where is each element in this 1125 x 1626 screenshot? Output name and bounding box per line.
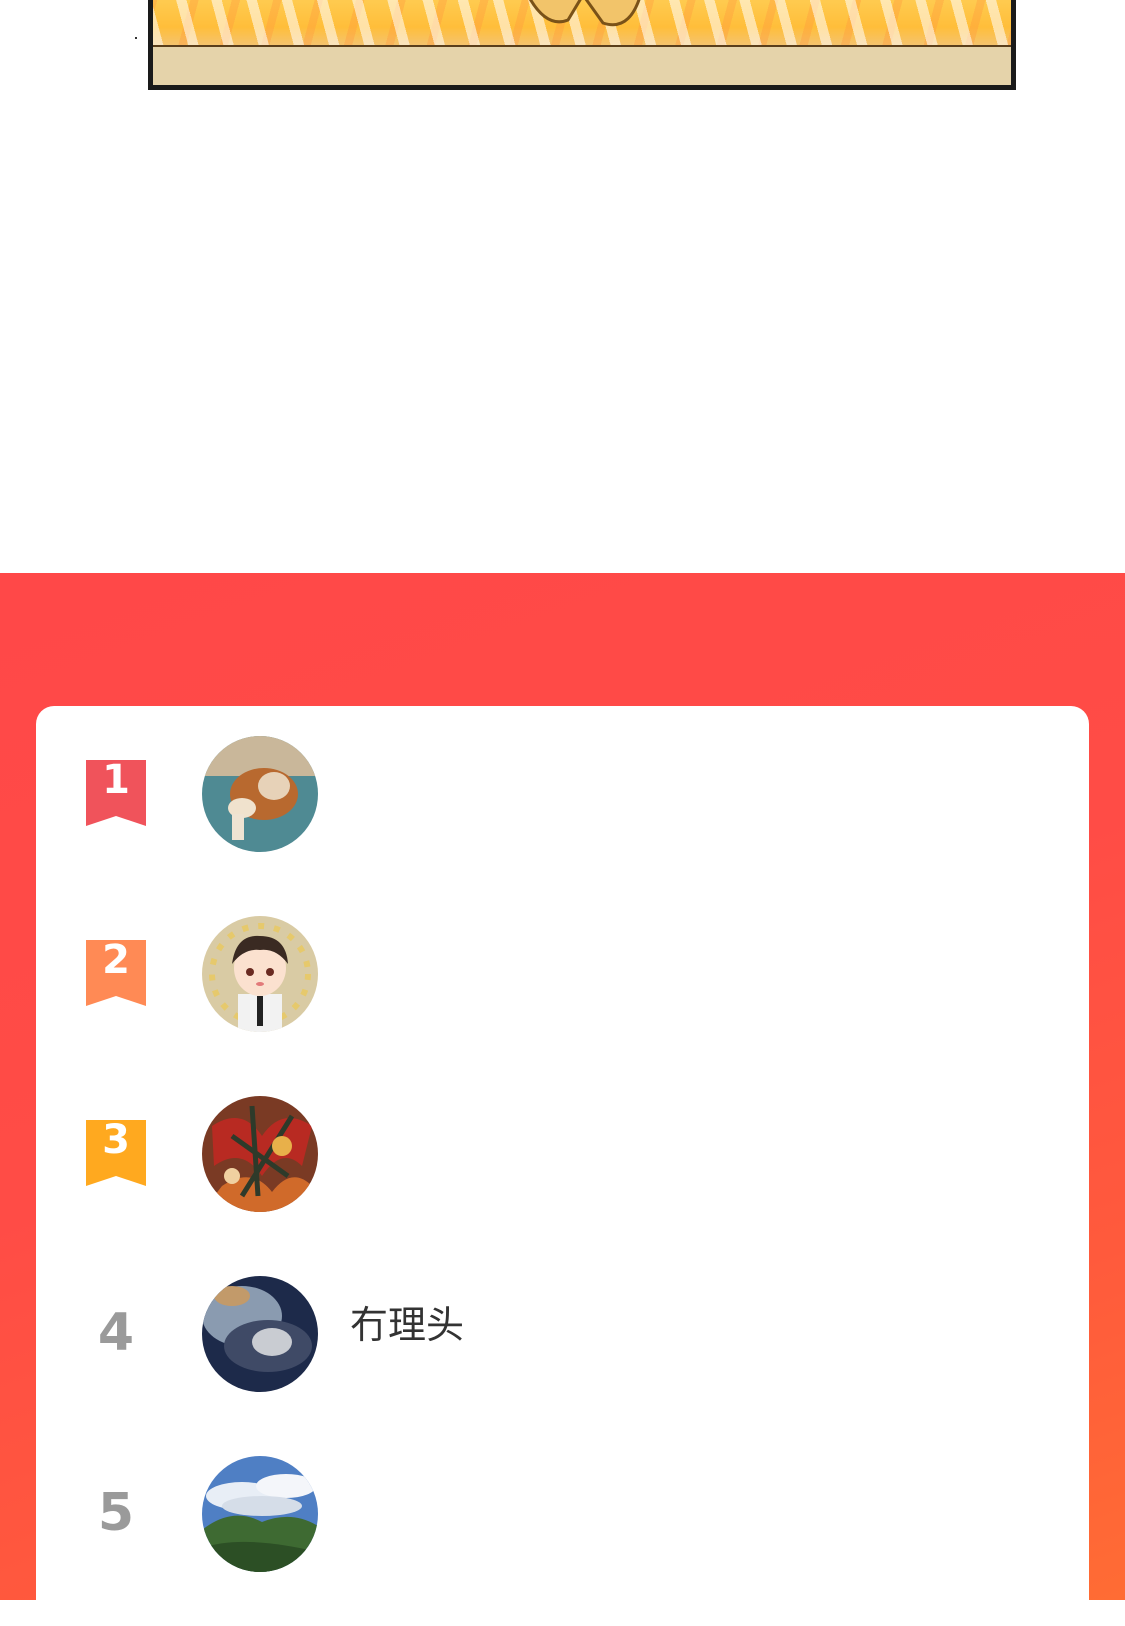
rank-number: 4	[97, 1303, 135, 1363]
rank-number: 3	[102, 1117, 130, 1163]
rank-ribbon-icon: 3	[86, 1117, 146, 1186]
rank-row-3[interactable]: 3	[36, 1066, 1089, 1246]
red-flowers-avatar[interactable]	[202, 1096, 318, 1212]
rank-ribbon-icon: 2	[86, 937, 146, 1006]
cartoon-boy-avatar[interactable]	[202, 916, 318, 1032]
rank-row-2[interactable]: 2	[36, 886, 1089, 1066]
ranking-section: 1 2 3 4 冇理头 5	[0, 573, 1125, 1626]
rank-number: 1	[102, 757, 130, 803]
rank-row-1[interactable]: 1	[36, 706, 1089, 886]
comic-floor	[153, 45, 1011, 85]
dark-photo-avatar[interactable]	[202, 1276, 318, 1392]
rank-row-5[interactable]: 5	[36, 1426, 1089, 1606]
dog-avatar[interactable]	[202, 736, 318, 852]
ranking-card: 1 2 3 4 冇理头 5	[36, 706, 1089, 1626]
rank-number: 5	[97, 1483, 135, 1543]
stray-dot	[135, 37, 137, 39]
comic-panel	[148, 0, 1016, 90]
comic-character-feet	[529, 0, 641, 27]
rank-number: 2	[102, 937, 130, 983]
rank-ribbon-icon: 1	[86, 757, 146, 826]
rank-row-4[interactable]: 4 冇理头	[36, 1246, 1089, 1426]
mountain-sky-avatar[interactable]	[202, 1456, 318, 1572]
user-name: 冇理头	[350, 1303, 465, 1347]
